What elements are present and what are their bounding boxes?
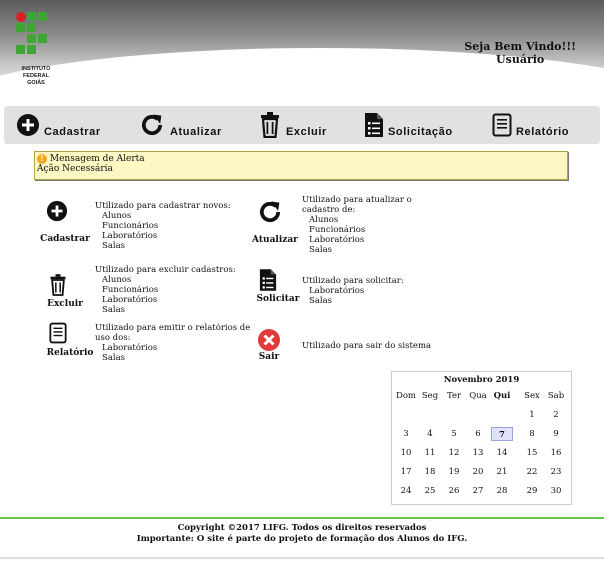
logo-red-dot (16, 12, 26, 22)
calendar-day[interactable]: 19 (443, 465, 465, 479)
plus-circle-icon (46, 200, 68, 222)
calendar-day[interactable]: 21 (491, 465, 513, 479)
toolbar-cadastrar-label: Cadastrar (44, 126, 101, 138)
feature-cadastrar-description: Utilizado para cadastrar novos: Alunos F… (95, 201, 231, 251)
feature-excluir-description: Utilizado para excluir cadastros: Alunos… (95, 265, 236, 315)
welcome-message: Seja Bem Vindo!!! Usuário (464, 40, 576, 66)
calendar-day[interactable]: 24 (395, 484, 417, 498)
refresh-icon (141, 114, 163, 135)
calendar-weekday-qui: Qui (493, 391, 511, 401)
calendar-day[interactable]: 9 (545, 427, 567, 441)
calendar: Novembro 2019 Dom Seg Ter Qua Qui Sex Sab 1 2 3 4 5… (391, 371, 572, 505)
calendar-weekday-sab: Sab (547, 391, 565, 401)
calendar-day[interactable]: 22 (521, 465, 543, 479)
feature-solicitar-label: Solicitar (256, 294, 300, 304)
calendar-day[interactable]: 13 (467, 446, 489, 460)
calendar-day[interactable]: 5 (443, 427, 465, 441)
toolbar-excluir-button[interactable]: Excluir (258, 106, 327, 144)
calendar-day[interactable]: 29 (521, 484, 543, 498)
calendar-weekday-ter: Ter (446, 391, 462, 401)
plus-circle-icon (17, 114, 39, 136)
toolbar-solicitacao-label: Solicitação (388, 126, 453, 138)
toolbar-relatorio-label: Relatório (516, 126, 570, 138)
toolbar-excluir-label: Excluir (286, 126, 327, 138)
calendar-day[interactable]: 23 (545, 465, 567, 479)
calendar-day[interactable]: 8 (521, 427, 543, 441)
calendar-day[interactable]: 30 (545, 484, 567, 498)
toolbar-relatorio-button[interactable]: Relatório (492, 106, 569, 144)
calendar-weekday-qua: Qua (469, 391, 487, 401)
calendar-weekday-dom: Dom (396, 391, 416, 401)
feature-relatorio-label: Relatório (46, 348, 94, 358)
calendar-weekday-seg: Seg (421, 391, 439, 401)
calendar-day[interactable]: 17 (395, 465, 417, 479)
clipboard-list-icon (365, 113, 383, 137)
footer-divider (0, 517, 604, 519)
welcome-username: Usuário (496, 53, 545, 66)
report-icon (492, 113, 512, 137)
calendar-day[interactable]: 3 (395, 427, 417, 441)
calendar-day[interactable]: 2 (545, 408, 567, 422)
feature-sair-description: Utilizado para sair do sistema (302, 341, 432, 351)
refresh-icon (259, 201, 281, 222)
header-banner: INSTITUTO FEDERAL GOIÁS Seja Bem Vindo!!… (0, 0, 604, 98)
bottom-divider (0, 557, 604, 559)
calendar-day[interactable]: 16 (545, 446, 567, 460)
footer-note: Importante: O site é parte do projeto de… (136, 533, 468, 544)
calendar-day[interactable]: 10 (395, 446, 417, 460)
calendar-day[interactable]: 1 (521, 408, 543, 422)
calendar-day[interactable]: 12 (443, 446, 465, 460)
alert-message: Ação Necessária (37, 164, 113, 174)
calendar-day[interactable]: 15 (521, 446, 543, 460)
toolbar-solicitacao-button[interactable]: Solicitação (364, 106, 453, 144)
calendar-day[interactable]: 25 (419, 484, 441, 498)
calendar-day[interactable]: 14 (491, 446, 513, 460)
feature-relatorio-description: Utilizado para emitir o relatórios de us… (95, 323, 251, 363)
calendar-day[interactable]: 20 (467, 465, 489, 479)
calendar-day[interactable]: 26 (443, 484, 465, 498)
calendar-day[interactable]: 6 (467, 427, 489, 441)
trash-icon (261, 112, 279, 138)
exit-icon (258, 329, 280, 351)
feature-cadastrar-label: Cadastrar (40, 234, 90, 244)
ifg-logo[interactable]: INSTITUTO FEDERAL GOIÁS (16, 12, 76, 92)
calendar-weekday-sex: Sex (524, 391, 540, 401)
calendar-day[interactable]: 27 (467, 484, 489, 498)
feature-atualizar-description: Utilizado para atualizar o cadastro de: … (302, 195, 412, 255)
report-icon (49, 322, 67, 344)
calendar-day-today[interactable]: 7 (491, 427, 513, 441)
feature-sair-label: Sair (258, 352, 280, 362)
logo-text: INSTITUTO FEDERAL GOIÁS (21, 66, 51, 86)
main-toolbar: Cadastrar Atualizar Excluir Solicitação … (4, 106, 600, 144)
alert-box: ! Mensagem de Alerta Ação Necessária (34, 151, 568, 180)
feature-solicitar-description: Utilizado para solicitar: Laboratórios S… (302, 276, 404, 306)
clipboard-list-icon (259, 269, 277, 291)
calendar-title: Novembro 2019 (443, 375, 520, 385)
warning-icon: ! (37, 154, 47, 164)
calendar-day[interactable]: 4 (419, 427, 441, 441)
calendar-day[interactable]: 28 (491, 484, 513, 498)
calendar-day[interactable]: 11 (419, 446, 441, 460)
welcome-greeting: Seja Bem Vindo!!! (464, 40, 576, 53)
trash-icon (50, 274, 66, 296)
calendar-day[interactable]: 18 (419, 465, 441, 479)
feature-excluir-label: Excluir (47, 299, 83, 309)
footer: Copyright ©2017 LIFG. Todos os direitos … (0, 523, 604, 544)
toolbar-cadastrar-button[interactable]: Cadastrar (16, 106, 101, 144)
alert-title: Mensagem de Alerta (49, 154, 145, 164)
footer-copyright: Copyright ©2017 LIFG. Todos os direitos … (177, 523, 427, 533)
toolbar-atualizar-button[interactable]: Atualizar (138, 106, 222, 144)
feature-atualizar-label: Atualizar (252, 235, 298, 245)
toolbar-atualizar-label: Atualizar (170, 126, 222, 138)
